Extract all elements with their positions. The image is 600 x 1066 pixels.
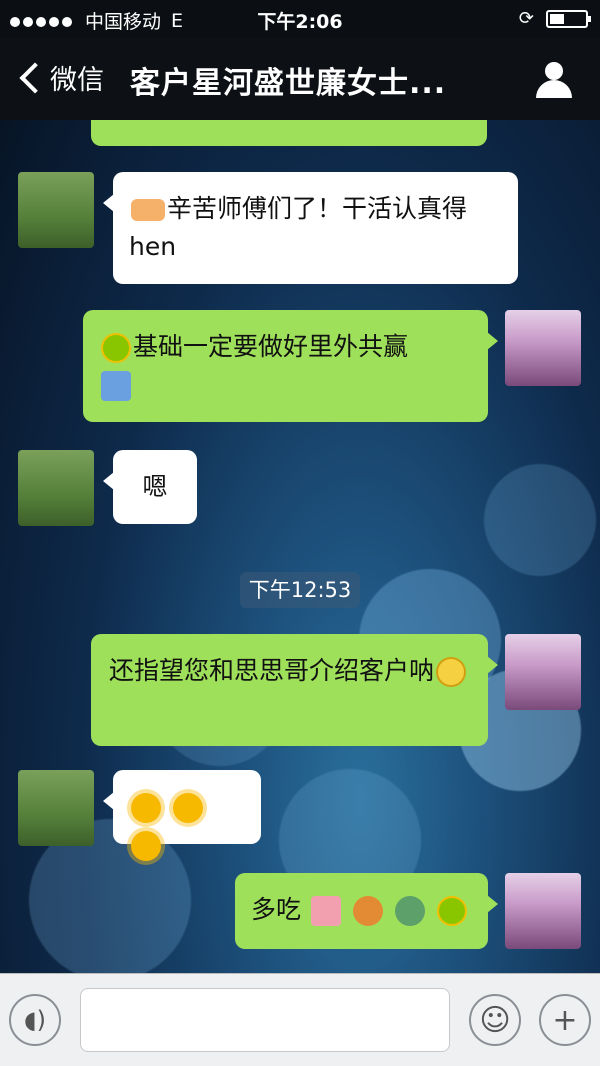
contact-avatar[interactable] (18, 172, 94, 248)
message-bubble-left[interactable]: 辛苦师傅们了！干活认真得hen (103, 172, 518, 284)
message-bubble-left[interactable] (103, 770, 261, 861)
back-label: 微信 (50, 65, 104, 96)
voice-input-button[interactable]: ◖) (9, 994, 61, 1046)
contact-profile-icon[interactable] (536, 62, 572, 98)
chat-area[interactable]: 辛苦师傅们了！干活认真得hen 基础一定要做好里外共赢 嗯 下午12:53 还指… (0, 120, 600, 973)
sun-emoji-icon (131, 831, 161, 861)
person-emoji-icon (436, 896, 467, 926)
message-bubble-left[interactable]: 嗯 (103, 450, 197, 524)
battery-icon (546, 9, 591, 28)
message-bubble-right[interactable]: 还指望您和思思哥介绍客户呐 (91, 634, 498, 746)
message-bubble-right[interactable] (91, 120, 487, 146)
sun-emoji-icon (131, 793, 161, 823)
message-timestamp: 下午12:53 (240, 572, 360, 608)
sun-emoji-icon (172, 793, 203, 823)
praying-hands-emoji-icon (101, 371, 131, 401)
my-avatar[interactable] (505, 634, 581, 710)
plus-icon: + (552, 1002, 578, 1038)
message-input[interactable] (80, 988, 450, 1052)
smile-emoji-icon (436, 657, 467, 687)
smiley-icon: ☺ (479, 1002, 511, 1038)
status-right: ⟳ (518, 8, 591, 29)
status-bar: 中国移动 E 下午2:06 ⟳ (0, 0, 600, 38)
cake-emoji-icon (310, 896, 341, 926)
more-options-button[interactable]: + (539, 994, 591, 1046)
chat-title: 客户星河盛世廉女士... (130, 66, 447, 101)
status-time: 下午2:06 (257, 11, 343, 33)
contact-avatar[interactable] (18, 450, 94, 526)
speaker-icon: ◖) (23, 1006, 46, 1034)
my-avatar[interactable] (505, 873, 581, 949)
back-button[interactable]: 微信 (16, 58, 104, 97)
handshake-emoji-icon (131, 199, 165, 221)
message-bubble-right[interactable]: 基础一定要做好里外共赢 (83, 310, 498, 422)
emoji-button[interactable]: ☺ (469, 994, 521, 1046)
my-avatar[interactable] (505, 310, 581, 386)
chevron-left-icon (19, 61, 51, 94)
rotation-lock-icon: ⟳ (518, 8, 534, 29)
nav-bar: 微信 客户星河盛世廉女士... (0, 38, 600, 120)
contact-avatar[interactable] (18, 770, 94, 846)
input-bar: ◖) ☺ + (0, 973, 600, 1066)
noodles-emoji-icon (352, 896, 383, 926)
bowl-emoji-icon (394, 896, 425, 926)
person-emoji-icon (101, 333, 131, 363)
message-bubble-right[interactable]: 多吃 (235, 873, 498, 949)
